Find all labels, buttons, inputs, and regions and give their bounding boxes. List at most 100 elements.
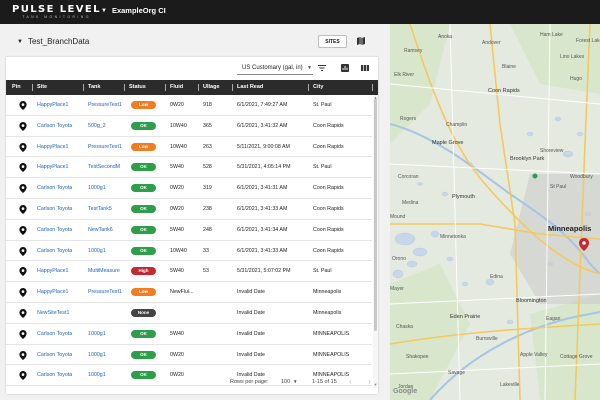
location-pin-icon[interactable] [19, 184, 27, 194]
last-read-cell: Invalid Date [237, 330, 265, 337]
location-pin-icon[interactable] [19, 246, 27, 256]
location-pin-icon[interactable] [19, 121, 27, 131]
status-badge: OK [131, 205, 156, 213]
chevron-left-icon[interactable]: ‹ [349, 377, 352, 386]
site-link[interactable]: Carlson Toyota [37, 220, 83, 240]
site-link[interactable]: Carlson Toyota [37, 199, 83, 219]
location-pin-icon[interactable] [19, 288, 27, 298]
chevron-right-icon[interactable]: › [368, 377, 371, 386]
tank-link[interactable]: MultiMeasure [88, 261, 125, 281]
ullage-cell: 263 [203, 143, 212, 150]
units-select[interactable]: US Customary (gal, in) ▼ [237, 62, 313, 75]
filter-icon[interactable] [317, 63, 327, 73]
city-cell: Coon Rapids [313, 122, 344, 129]
site-link[interactable]: HappyPlace1 [37, 95, 83, 115]
tank-link[interactable]: 1000g1 [88, 241, 125, 261]
column-header-last-read[interactable]: Last Read [237, 84, 263, 90]
tank-link[interactable]: 500g_2 [88, 116, 125, 136]
tank-link[interactable]: PressureTest1 [88, 282, 125, 302]
tank-link[interactable]: 1000g1 [88, 178, 125, 198]
location-pin-icon[interactable] [19, 329, 27, 339]
table-row[interactable]: Carlson Toyota 1000g1 0W20 Invalid Date MINN… [6, 345, 372, 366]
column-header-fluid[interactable]: Fluid [170, 84, 183, 90]
column-header-site[interactable]: Site [37, 84, 47, 90]
city-cell: Coon Rapids [313, 185, 344, 192]
table-body: HappyPlace1 PressureTest1 0W20 918 6/1/2021,… [6, 95, 378, 388]
table-row[interactable]: HappyPlace1 MultiMeasure 5W40 53 5/31/2021, … [6, 261, 372, 283]
site-link[interactable]: HappyPlace1 [37, 261, 83, 281]
column-header-ullage[interactable]: Ullage [203, 84, 220, 90]
branch-selector[interactable]: ▼ Test_BranchData [17, 37, 89, 46]
caret-down-icon[interactable]: ▼ [293, 379, 297, 384]
last-read-cell: 6/1/2021, 3:41:33 AM [237, 247, 288, 254]
tank-link[interactable]: NewTank6 [88, 220, 125, 240]
column-header-pin[interactable]: Pin [12, 84, 21, 90]
site-link[interactable]: HappyPlace1 [37, 137, 83, 157]
location-pin-icon[interactable] [19, 309, 27, 318]
tank-link[interactable]: 1000g1 [88, 345, 125, 365]
map-label: Eagan [546, 316, 561, 322]
org-selector[interactable]: ▼ ExampleOrg CI [101, 6, 166, 15]
status-badge: High [131, 267, 156, 276]
location-pin-icon[interactable] [19, 163, 27, 173]
column-divider [83, 84, 84, 91]
site-link[interactable]: Carlson Toyota [37, 116, 83, 136]
column-header-status[interactable]: Status [129, 84, 146, 90]
tank-link[interactable]: TestTank5 [88, 199, 125, 219]
site-link[interactable]: HappyPlace1 [37, 282, 83, 302]
table-row[interactable]: HappyPlace1 PressureTest1 NewFlui... Invali… [6, 282, 372, 303]
table-row[interactable]: Carlson Toyota 1000g1 0W20 319 6/1/2021, 3:4… [6, 178, 372, 199]
map-label: Chaska [396, 324, 413, 330]
scrollbar-thumb[interactable] [374, 99, 377, 331]
location-pin-icon[interactable] [19, 267, 27, 277]
table-row[interactable]: Carlson Toyota 1000g1 5W40 Invalid Date MINN… [6, 324, 372, 345]
location-pin-icon[interactable] [19, 142, 27, 152]
columns-icon[interactable] [360, 63, 370, 73]
site-link[interactable]: Carlson Toyota [37, 241, 83, 261]
column-header-tank[interactable]: Tank [88, 84, 100, 90]
table-row[interactable]: HappyPlace1 PressureTest1 10W40 263 5/11/202… [6, 137, 372, 158]
tank-link[interactable]: 1000g1 [88, 324, 125, 344]
last-read-cell: 6/1/2021, 7:49:27 AM [237, 102, 288, 108]
rows-per-page-select[interactable]: 100 [281, 379, 290, 385]
site-link[interactable]: NewSiteTest1 [37, 303, 83, 323]
column-header-city[interactable]: City [313, 84, 323, 90]
table-row[interactable]: HappyPlace1 TestSecondM 5W40 528 5/31/2021, … [6, 157, 372, 179]
table-row[interactable]: Carlson Toyota 1000g1 10W40 33 6/1/2021, 3:4… [6, 241, 372, 262]
status-badge: OK [131, 163, 156, 172]
table-row[interactable]: Carlson Toyota 500g_2 10W40 365 6/1/2021, 3:… [6, 116, 372, 137]
caret-down-icon: ▼ [17, 38, 23, 45]
tank-link[interactable]: TestSecondM [88, 157, 125, 177]
location-pin-icon[interactable] [19, 225, 27, 235]
column-divider [372, 84, 373, 91]
site-link[interactable]: HappyPlace1 [37, 157, 83, 177]
table-row[interactable]: HappyPlace1 PressureTest1 0W20 918 6/1/2021,… [6, 95, 372, 116]
vertical-scrollbar[interactable]: ▲ ▼ [373, 95, 378, 388]
map-icon[interactable] [356, 36, 366, 46]
ullage-cell [203, 303, 231, 323]
fluid-cell: 0W20 [170, 185, 184, 192]
table-row[interactable]: Carlson Toyota TestTank5 0W20 238 6/1/2021, … [6, 199, 372, 220]
map-label: Medina [402, 200, 419, 206]
column-divider [165, 84, 166, 91]
brand-logo[interactable]: PULSE LEVEL TANK MONITORING [12, 4, 101, 20]
tank-link[interactable] [88, 303, 125, 323]
site-link[interactable]: Carlson Toyota [37, 324, 83, 344]
city-cell: MINNEAPOLIS [313, 351, 350, 358]
sites-button[interactable]: SITES [318, 35, 347, 48]
site-link[interactable]: Carlson Toyota [37, 178, 83, 198]
table-row[interactable]: NewSiteTest1 Invalid Date Minneapolis None [6, 303, 372, 324]
map-label: Lakeville [500, 382, 520, 388]
tank-link[interactable]: PressureTest1 [88, 95, 125, 115]
location-pin-icon[interactable] [19, 350, 27, 360]
chart-icon[interactable] [340, 63, 350, 73]
site-link[interactable]: Carlson Toyota [37, 345, 83, 365]
tank-link[interactable]: PressureTest1 [88, 137, 125, 157]
ullage-cell: 528 [203, 164, 212, 171]
last-read-cell: Invalid Date [237, 351, 265, 358]
location-pin-icon[interactable] [19, 205, 27, 214]
table-row[interactable]: Carlson Toyota NewTank6 5W40 248 6/1/2021, 3… [6, 220, 372, 241]
column-divider [308, 84, 309, 91]
location-pin-icon[interactable] [19, 101, 27, 110]
map-view[interactable]: Anoka Ramsey Andover Ham Lake Blaine Lino Lak… [390, 24, 600, 400]
